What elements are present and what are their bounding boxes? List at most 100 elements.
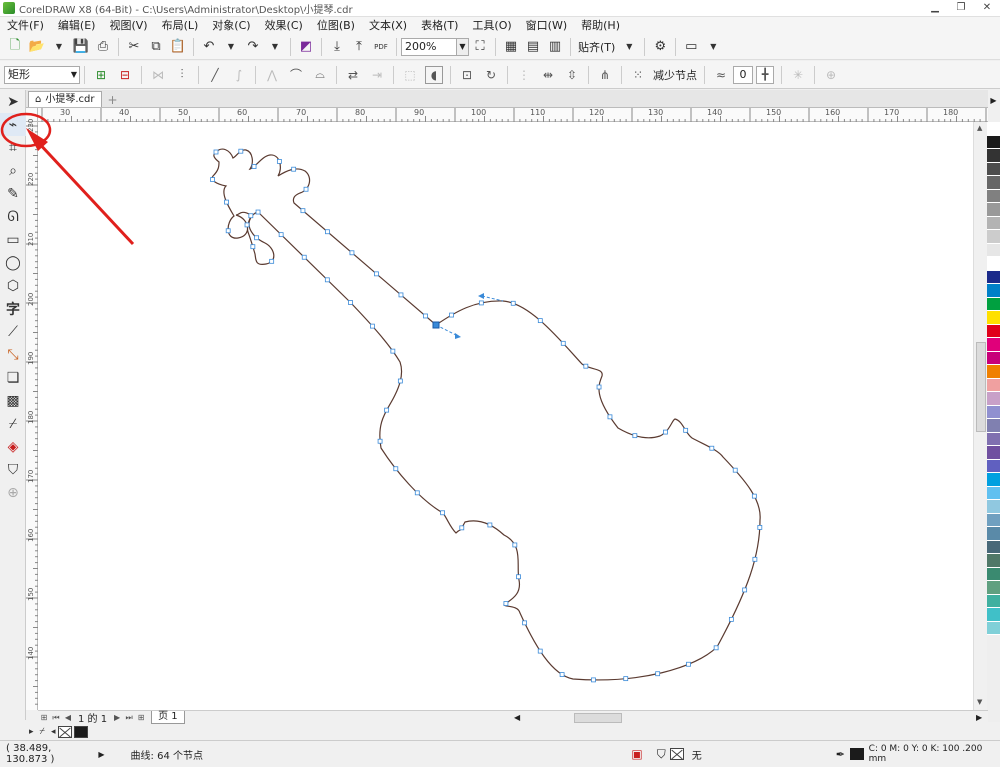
curve-node[interactable] [251, 164, 257, 169]
palette-swatch[interactable] [987, 486, 1000, 500]
curve-node[interactable] [224, 199, 229, 205]
curve-node[interactable] [248, 213, 254, 219]
curve-node[interactable] [503, 601, 509, 606]
curve-node[interactable] [709, 445, 715, 451]
no-color-swatch[interactable] [58, 726, 73, 738]
curve-node[interactable] [487, 522, 493, 528]
control-handle-arrow[interactable] [455, 333, 461, 339]
curve-node[interactable] [414, 490, 420, 496]
smooth-node-icon[interactable]: ⌒ [287, 66, 305, 84]
redo-icon[interactable]: ↷ [244, 37, 262, 57]
curve-node[interactable] [596, 384, 602, 390]
curve-node[interactable] [384, 407, 390, 413]
palette-swatch[interactable] [987, 122, 1000, 136]
curve-node[interactable] [510, 300, 516, 306]
shape-tool-icon[interactable]: ⌁ [0, 113, 26, 136]
maximize-icon[interactable]: ❐ [948, 0, 974, 16]
snap-dropdown-icon[interactable]: ▼ [620, 37, 638, 57]
bounding-box-icon[interactable]: ✳ [789, 66, 807, 84]
curve-node[interactable] [560, 340, 566, 346]
drawing-canvas[interactable] [38, 122, 973, 710]
curve-node[interactable] [374, 271, 379, 277]
add-tab-icon[interactable]: + [106, 93, 120, 107]
to-line-icon[interactable]: ╱ [206, 66, 224, 84]
join-nodes-icon[interactable]: ⋈ [149, 66, 167, 84]
palette-swatch[interactable] [987, 527, 1000, 541]
curve-node[interactable] [210, 177, 215, 182]
drop-shadow-icon[interactable]: ❏ [0, 366, 26, 389]
copy-icon[interactable]: ⧉ [147, 37, 165, 57]
show-guidelines-icon[interactable]: ▥ [546, 37, 564, 57]
menu-layout[interactable]: 布局(L) [155, 17, 206, 34]
scroll-up-icon[interactable]: ▲ [977, 124, 982, 132]
palette-swatch[interactable] [987, 473, 1000, 487]
palette-menu-icon[interactable]: ▸ [29, 727, 34, 737]
palette-swatch[interactable] [987, 432, 1000, 446]
menu-effects[interactable]: 效果(C) [258, 17, 310, 34]
palette-swatch[interactable] [987, 230, 1000, 244]
palette-swatch[interactable] [987, 513, 1000, 527]
first-page-icon[interactable]: ⏮ [50, 713, 62, 723]
add-nodes-icon[interactable]: ⊞ [92, 66, 110, 84]
curve-node[interactable] [349, 250, 355, 256]
menu-tools[interactable]: 工具(O) [465, 17, 518, 34]
menu-object[interactable]: 对象(C) [205, 17, 257, 34]
curve-node[interactable] [607, 414, 613, 420]
menu-table[interactable]: 表格(T) [414, 17, 465, 34]
curve-node[interactable] [728, 616, 734, 622]
ellipse-tool-icon[interactable]: ◯ [0, 251, 26, 274]
black-swatch[interactable] [74, 726, 89, 738]
palette-swatch[interactable] [987, 176, 1000, 190]
import-icon[interactable]: ⤓ [328, 37, 346, 57]
palette-swatch[interactable] [987, 162, 1000, 176]
palette-swatch[interactable] [987, 189, 1000, 203]
curve-node[interactable] [244, 222, 250, 228]
full-screen-icon[interactable]: ⛶ [471, 37, 489, 57]
curve-node[interactable] [537, 648, 543, 654]
curve-node[interactable] [238, 148, 244, 154]
curve-node[interactable] [370, 323, 375, 329]
rectangle-tool-icon[interactable]: ▭ [0, 228, 26, 251]
paste-icon[interactable]: 📋 [169, 37, 187, 57]
reflect-horizontal-icon[interactable]: ⇹ [539, 66, 557, 84]
menu-view[interactable]: 视图(V) [102, 17, 154, 34]
curve-node[interactable] [254, 235, 260, 241]
artistic-media-icon[interactable]: ᘏ [0, 205, 26, 228]
menu-bitmaps[interactable]: 位图(B) [310, 17, 362, 34]
palette-expand-arrow-icon[interactable]: ▶ [987, 96, 1000, 105]
scroll-left-icon[interactable]: ◀ [514, 713, 520, 722]
curve-node[interactable] [303, 186, 309, 192]
reflect-vertical-icon[interactable]: ⇳ [563, 66, 581, 84]
status-menu-icon[interactable]: ▶ [98, 750, 104, 759]
crop-tool-icon[interactable]: ⌗ [0, 136, 26, 159]
palette-swatch[interactable] [987, 392, 1000, 406]
outline-indicator[interactable]: ✒ C: 0 M: 0 Y: 0 K: 100 .200 mm [836, 744, 1000, 764]
show-rulers-icon[interactable]: ▦ [502, 37, 520, 57]
curve-node[interactable] [213, 149, 219, 155]
curve-node[interactable] [751, 493, 757, 499]
palette-arrow-icon[interactable]: ◂ [51, 727, 56, 737]
symmetrical-node-icon[interactable]: ⌓ [311, 66, 329, 84]
last-page-icon[interactable]: ⏭ [123, 713, 135, 723]
curve-node[interactable] [269, 258, 275, 264]
palette-swatch[interactable] [987, 608, 1000, 622]
palette-swatch[interactable] [987, 311, 1000, 325]
transparency-icon[interactable]: ▩ [0, 389, 26, 412]
close-curve-icon[interactable]: ⬚ [401, 66, 419, 84]
violin-drawing[interactable] [38, 122, 973, 710]
palette-swatch[interactable] [987, 243, 1000, 257]
smart-fill-icon[interactable]: ⛉ [0, 458, 26, 481]
curve-node[interactable] [537, 318, 543, 324]
curve-node[interactable] [423, 313, 428, 319]
save-icon[interactable]: 💾 [72, 37, 90, 57]
palette-swatch[interactable] [987, 365, 1000, 379]
curve-node[interactable] [255, 209, 261, 215]
curve-node[interactable] [390, 348, 396, 354]
palette-swatch[interactable] [987, 540, 1000, 554]
palette-swatch[interactable] [987, 378, 1000, 392]
cut-icon[interactable]: ✂ [125, 37, 143, 57]
curve-node[interactable] [732, 467, 738, 473]
curve-node[interactable] [623, 676, 629, 682]
curve-node[interactable] [663, 429, 668, 435]
curve-node[interactable] [324, 277, 330, 283]
